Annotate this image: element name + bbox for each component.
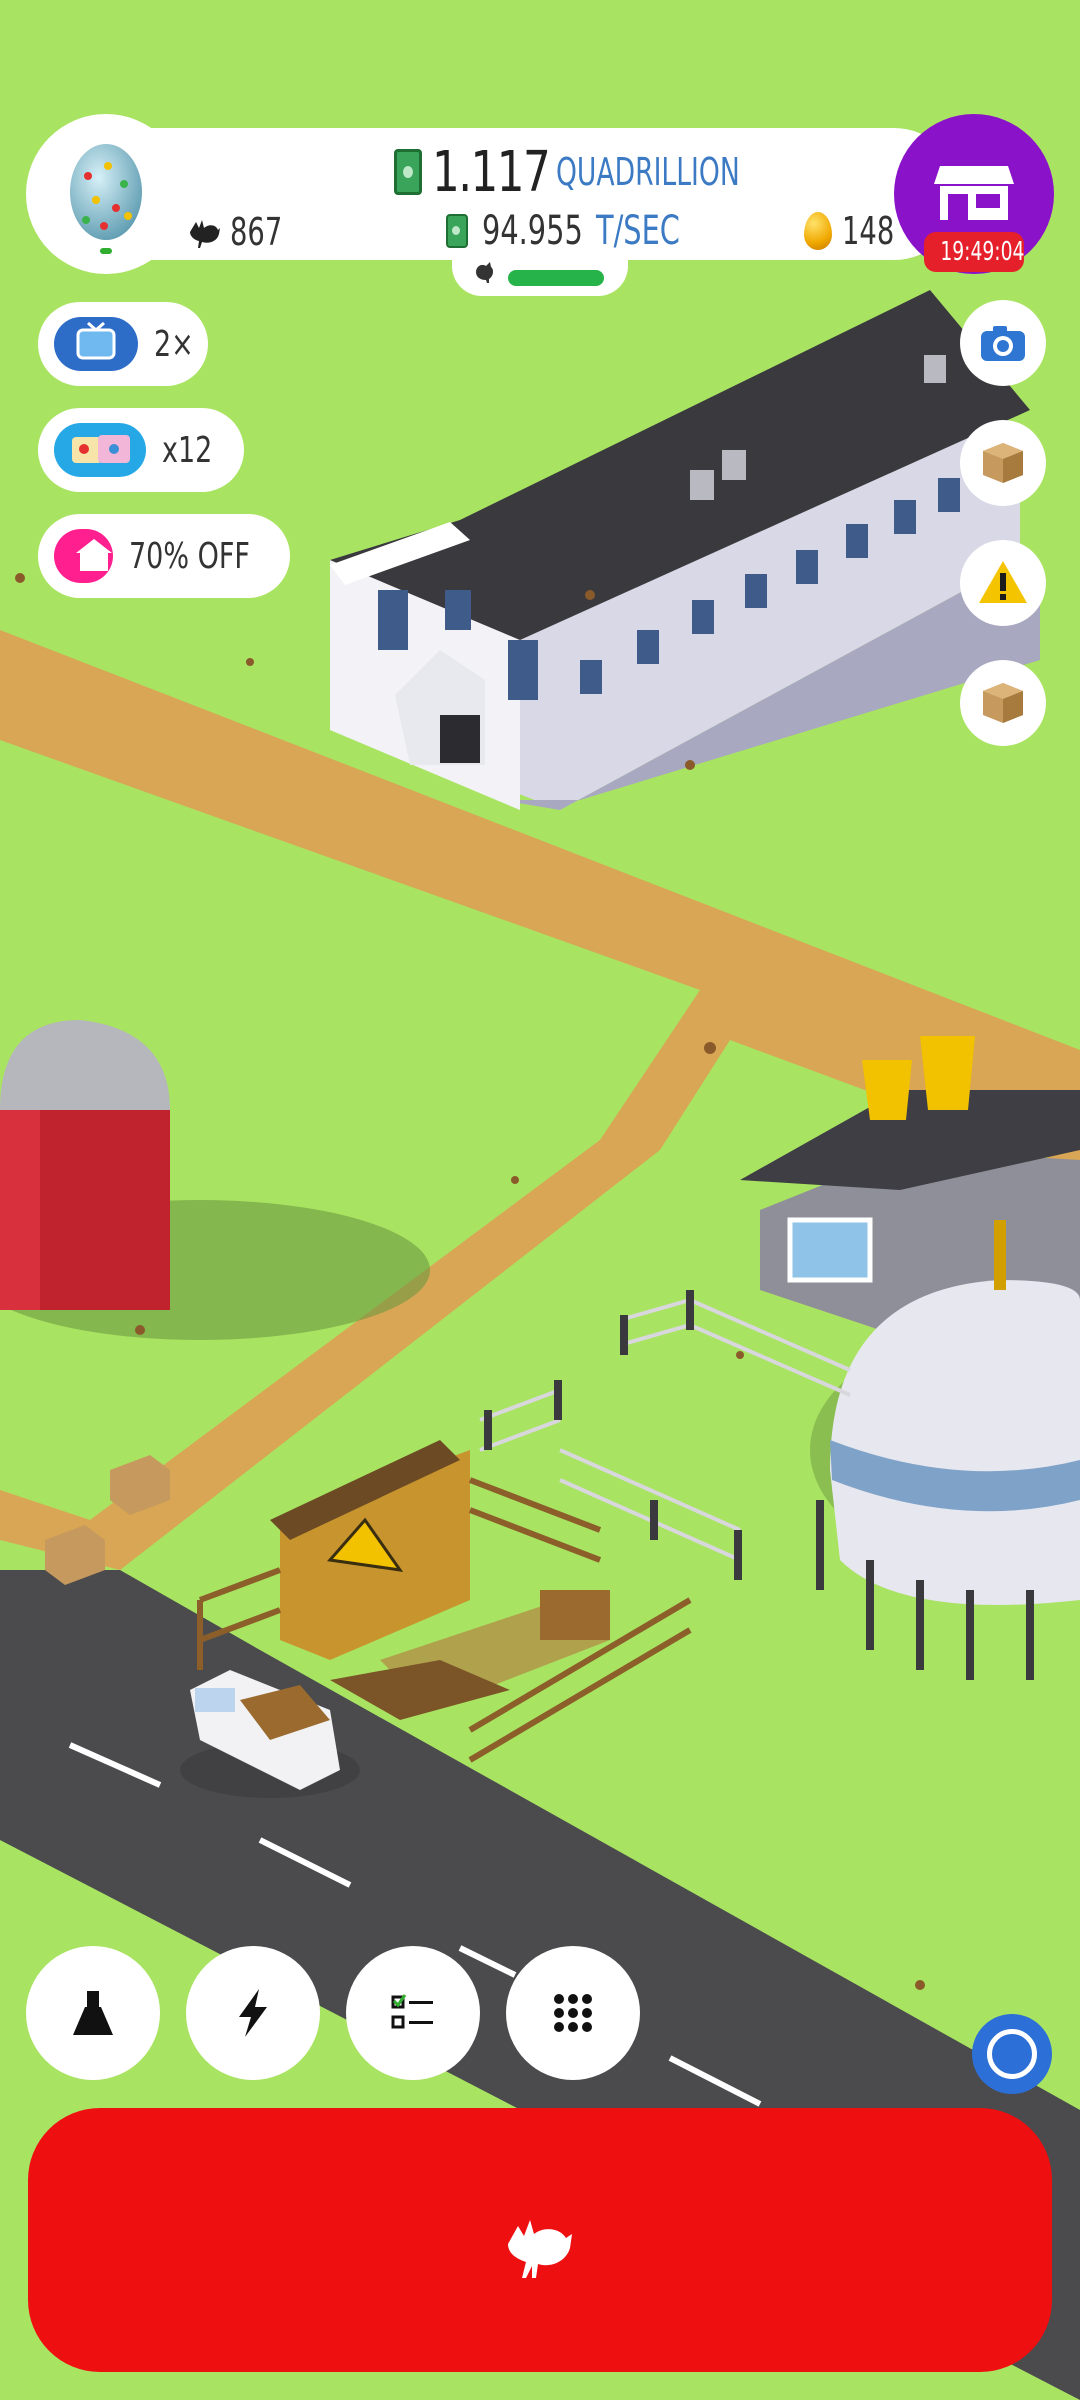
research-button[interactable]: [26, 1946, 160, 2080]
shop-timer: 19:49:04: [924, 232, 1024, 272]
menu-button[interactable]: [506, 1946, 640, 2080]
checklist-icon: [391, 1994, 433, 2029]
camera-icon: [981, 326, 1025, 361]
house-icon: [54, 529, 113, 583]
grid-icon: [554, 1994, 592, 2032]
system-home-button[interactable]: [972, 2014, 1052, 2094]
shop-icon: [934, 166, 1014, 220]
progress-bar: [508, 270, 604, 286]
income-rate: 94.955 T/SEC: [446, 208, 712, 254]
sale-label: 70% OFF: [128, 535, 250, 577]
christmas-egg-icon: [70, 144, 142, 240]
status-dot: [100, 248, 112, 254]
missions-button[interactable]: [346, 1946, 480, 2080]
chicken-count: 867: [186, 210, 303, 254]
video-multiplier: 2×: [154, 323, 194, 365]
crate-button[interactable]: [960, 660, 1046, 746]
cash-value: 1.117: [432, 139, 551, 205]
warning-button[interactable]: [960, 540, 1046, 626]
boost-inventory-button[interactable]: x12: [38, 408, 244, 492]
rate-unit: T/SEC: [595, 208, 680, 254]
golden-egg-icon: [804, 212, 832, 250]
hatchery-progress: [452, 250, 628, 296]
boost-tokens-icon: [54, 423, 146, 477]
chicken-icon: [190, 220, 220, 248]
lightning-icon: [239, 1989, 267, 2037]
cash-display: 1.117 QUADRILLION: [394, 139, 819, 205]
crate-button[interactable]: [960, 420, 1046, 506]
chicken-icon: [476, 262, 494, 283]
boosts-button[interactable]: [186, 1946, 320, 2080]
camera-button[interactable]: [960, 300, 1046, 386]
egg-badge[interactable]: [26, 114, 186, 274]
cash-unit: QUADRILLION: [556, 150, 741, 194]
cash-bill-icon: [394, 149, 422, 195]
rate-value: 94.955: [482, 208, 583, 254]
chicken-count-value: 867: [230, 210, 283, 254]
golden-egg-value: 148: [842, 209, 895, 253]
hatch-chicken-button[interactable]: [28, 2108, 1052, 2372]
crate-icon: [983, 443, 1023, 483]
boost-count: x12: [162, 429, 213, 471]
warning-icon: [979, 561, 1027, 603]
video-boost-button[interactable]: 2×: [38, 302, 208, 386]
chicken-icon: [508, 2220, 572, 2278]
crate-icon: [983, 683, 1023, 723]
sale-button[interactable]: 70% OFF: [38, 514, 290, 598]
flask-icon: [73, 1991, 113, 2035]
cash-bill-icon: [446, 214, 468, 248]
tv-icon: [54, 317, 138, 371]
